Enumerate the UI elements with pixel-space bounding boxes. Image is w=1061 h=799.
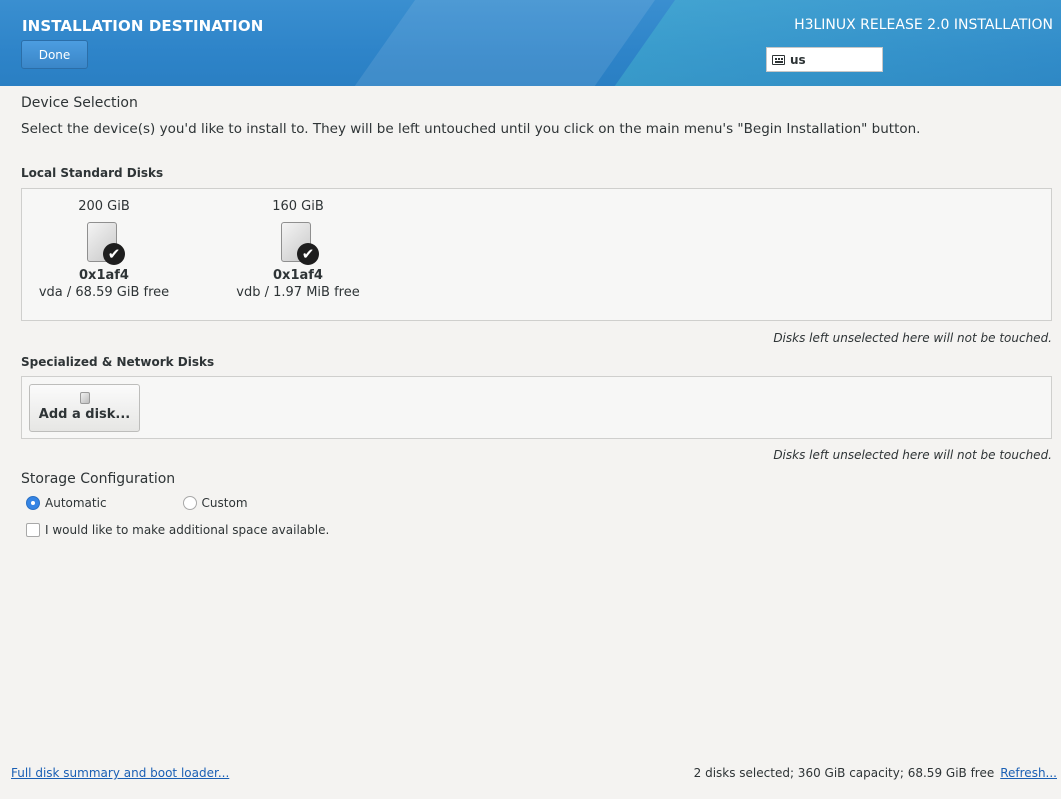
- selection-summary-text: 2 disks selected; 360 GiB capacity; 68.5…: [693, 766, 995, 780]
- selected-check-icon: ✔: [297, 243, 319, 265]
- full-disk-summary-link[interactable]: Full disk summary and boot loader...: [11, 766, 229, 780]
- disk-name: 0x1af4: [273, 268, 323, 283]
- hard-disk-icon: [79, 392, 90, 404]
- additional-space-label: I would like to make additional space av…: [45, 523, 330, 537]
- keyboard-layout-indicator[interactable]: us: [766, 47, 883, 72]
- disk-vda[interactable]: 200 GiB ✔ 0x1af4 vda / 68.59 GiB free: [14, 189, 194, 300]
- custom-label: Custom: [201, 496, 248, 510]
- additional-space-option: I would like to make additional space av…: [26, 523, 329, 537]
- refresh-link[interactable]: Refresh...: [1000, 766, 1057, 780]
- local-disks-note: Disks left unselected here will not be t…: [773, 331, 1052, 345]
- done-button[interactable]: Done: [21, 40, 88, 69]
- header-decoration-accent: [590, 0, 1061, 86]
- network-disks-note: Disks left unselected here will not be t…: [773, 448, 1052, 462]
- device-selection-description: Select the device(s) you'd like to insta…: [21, 121, 921, 137]
- custom-radio[interactable]: [182, 496, 197, 510]
- automatic-label: Automatic: [45, 496, 107, 510]
- hard-disk-icon: ✔: [281, 222, 319, 265]
- disk-capacity: 160 GiB: [272, 199, 324, 214]
- network-disks-panel: Add a disk...: [21, 376, 1052, 439]
- add-disk-label: Add a disk...: [38, 407, 131, 422]
- hard-disk-icon: ✔: [87, 222, 125, 265]
- selected-check-icon: ✔: [103, 243, 125, 265]
- storage-configuration-title: Storage Configuration: [21, 471, 176, 487]
- header-decoration: [330, 0, 670, 86]
- disk-name: 0x1af4: [79, 268, 129, 283]
- header-bar: INSTALLATION DESTINATION Done H3LINUX RE…: [0, 0, 1061, 86]
- network-disks-heading: Specialized & Network Disks: [21, 355, 215, 369]
- automatic-radio[interactable]: [26, 496, 40, 510]
- product-title: H3LINUX RELEASE 2.0 INSTALLATION: [794, 17, 1053, 33]
- disk-detail: vdb / 1.97 MiB free: [236, 285, 360, 300]
- device-selection-title: Device Selection: [21, 95, 138, 111]
- local-disks-heading: Local Standard Disks: [21, 166, 164, 180]
- storage-mode-group: Automatic Custom: [26, 496, 248, 510]
- additional-space-checkbox[interactable]: [26, 523, 40, 537]
- disk-capacity: 200 GiB: [78, 199, 130, 214]
- local-disks-panel: 200 GiB ✔ 0x1af4 vda / 68.59 GiB free 16…: [21, 188, 1052, 321]
- page-title: INSTALLATION DESTINATION: [22, 17, 264, 35]
- add-disk-button[interactable]: Add a disk...: [29, 384, 140, 432]
- selection-status: 2 disks selected; 360 GiB capacity; 68.5…: [694, 766, 1057, 780]
- disk-detail: vda / 68.59 GiB free: [38, 285, 170, 300]
- disk-vdb[interactable]: 160 GiB ✔ 0x1af4 vdb / 1.97 MiB free: [208, 189, 388, 300]
- keyboard-layout-label: us: [790, 52, 806, 67]
- keyboard-icon: [772, 54, 785, 65]
